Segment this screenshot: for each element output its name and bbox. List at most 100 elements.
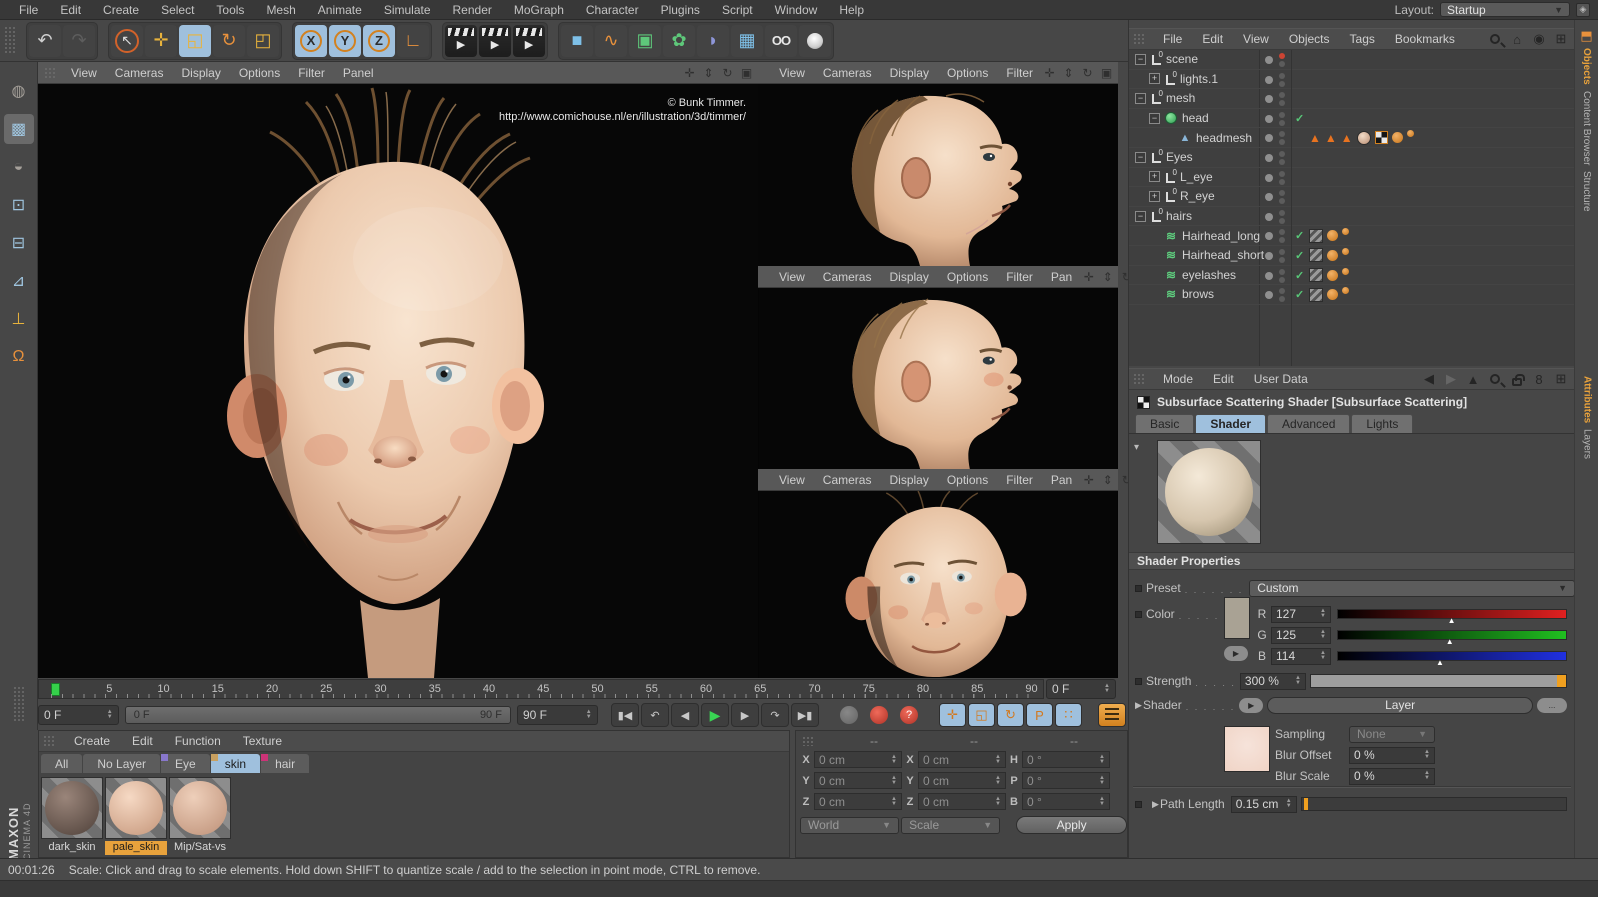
visibility-dots[interactable] bbox=[1279, 72, 1285, 87]
channel-slider-b[interactable]: ▲ bbox=[1337, 651, 1567, 667]
layer-dot[interactable] bbox=[1265, 212, 1273, 221]
layer-dot[interactable] bbox=[1265, 95, 1273, 104]
side-viewport-1-menu-options[interactable]: Options bbox=[938, 66, 997, 80]
render-settings-button[interactable]: ▶ bbox=[513, 24, 545, 57]
stepper-icon[interactable]: ▲ ▼ bbox=[991, 754, 1001, 765]
viewport-perspective-menu-panel[interactable]: Panel bbox=[334, 66, 383, 80]
up-icon[interactable]: ▲ bbox=[1465, 371, 1481, 387]
side-viewport-2-menu-view[interactable]: View bbox=[770, 270, 814, 284]
apply-button[interactable]: Apply bbox=[1016, 816, 1127, 834]
visibility-dot-editor[interactable] bbox=[1279, 268, 1285, 275]
viewport-right-bottom[interactable]: ViewCamerasDisplayOptionsFilterPan ✛⇕↻▣ bbox=[758, 469, 1151, 678]
model-mode-button[interactable]: ▩ bbox=[3, 114, 34, 144]
material-tab-eye[interactable]: Eye bbox=[161, 754, 210, 773]
side-viewport-1-menu-cameras[interactable]: Cameras bbox=[814, 66, 881, 80]
layer-dot[interactable] bbox=[1265, 114, 1273, 123]
goto-prev-key-button[interactable]: ↶ bbox=[641, 703, 669, 727]
key-scale-button[interactable]: ◱ bbox=[968, 703, 995, 727]
viewport-perspective[interactable]: View Cameras Display Options Filter Panel ✛ ⇕ ↻… bbox=[38, 62, 758, 678]
enabled-check-icon[interactable]: ✓ bbox=[1295, 112, 1304, 125]
side-viewport-1-menu-view[interactable]: View bbox=[770, 66, 814, 80]
material-pale-skin[interactable]: pale_skin bbox=[105, 777, 167, 855]
attribute-manager-menu-mode[interactable]: Mode bbox=[1153, 372, 1203, 386]
eye-icon[interactable]: ◉ bbox=[1531, 31, 1547, 47]
y-axis-lock[interactable]: Y bbox=[329, 24, 361, 57]
layout-dropdown[interactable]: Startup ▼ bbox=[1440, 2, 1570, 17]
visibility-dots[interactable] bbox=[1279, 209, 1285, 224]
menubar-menu-tools[interactable]: Tools bbox=[205, 3, 255, 17]
selection-tag-icon[interactable]: ▲ bbox=[1309, 131, 1321, 145]
make-editable-button[interactable]: ◍ bbox=[4, 76, 34, 106]
menubar-menu-render[interactable]: Render bbox=[442, 3, 503, 17]
stepper-icon[interactable]: ▲ ▼ bbox=[1282, 798, 1292, 809]
visibility-dot-editor[interactable] bbox=[1279, 72, 1285, 79]
hair-material-tag-icon[interactable] bbox=[1309, 248, 1323, 263]
channel-slider-r[interactable]: ▲ bbox=[1337, 609, 1567, 625]
strength-slider[interactable] bbox=[1309, 674, 1567, 688]
edge-mode-button[interactable]: ⊟ bbox=[4, 228, 34, 258]
record-keyframe-button[interactable] bbox=[835, 703, 863, 727]
coord-field-position-y[interactable]: 0 cm ▲ ▼ bbox=[814, 772, 902, 789]
material-manager-menu-create[interactable]: Create bbox=[63, 734, 121, 748]
visibility-dot-render[interactable] bbox=[1279, 217, 1285, 224]
visibility-dot-render[interactable] bbox=[1279, 158, 1285, 165]
blur-offset-field[interactable]: 0 % ▲ ▼ bbox=[1349, 746, 1435, 764]
side-viewport-1-menu-display[interactable]: Display bbox=[881, 66, 938, 80]
side-viewport-2-menu-pan[interactable]: Pan bbox=[1042, 270, 1081, 284]
material-thumbnail[interactable] bbox=[41, 777, 103, 839]
layer-dot[interactable] bbox=[1265, 291, 1273, 300]
object-manager-menu-bookmarks[interactable]: Bookmarks bbox=[1385, 32, 1465, 46]
visibility-dots[interactable] bbox=[1279, 190, 1285, 205]
menubar-menu-window[interactable]: Window bbox=[764, 3, 829, 17]
home-icon[interactable]: ⌂ bbox=[1509, 31, 1525, 47]
side-viewport-3-menu-options[interactable]: Options bbox=[938, 473, 997, 487]
stepper-icon[interactable]: ▲ ▼ bbox=[1095, 775, 1105, 786]
menubar-menu-plugins[interactable]: Plugins bbox=[650, 3, 711, 17]
zoom-icon[interactable]: ⇕ bbox=[1061, 65, 1076, 80]
material-mip-sat-vs[interactable]: Mip/Sat-vs bbox=[169, 777, 231, 855]
side-viewport-1-menu-filter[interactable]: Filter bbox=[997, 66, 1042, 80]
material-thumbnail[interactable] bbox=[169, 777, 231, 839]
visibility-dot-editor[interactable] bbox=[1279, 190, 1285, 197]
stepper-icon[interactable]: ▲ ▼ bbox=[887, 796, 897, 807]
expander-icon[interactable]: − bbox=[1135, 92, 1146, 104]
attribute-manager-menu-edit[interactable]: Edit bbox=[1203, 372, 1244, 386]
expander-icon[interactable]: + bbox=[1149, 190, 1160, 202]
stepper-icon[interactable]: ▲ ▼ bbox=[1420, 770, 1430, 781]
tab-advanced[interactable]: Advanced bbox=[1267, 414, 1351, 433]
texture-mode-button[interactable]: ◒ bbox=[4, 152, 34, 182]
tree-row-l-eye[interactable]: + L_eye bbox=[1129, 168, 1575, 188]
add-camera-button[interactable]: OO bbox=[765, 24, 797, 57]
forward-icon[interactable]: ▶ bbox=[1443, 371, 1459, 387]
tree-row-r-eye[interactable]: + R_eye bbox=[1129, 187, 1575, 207]
menubar-menu-script[interactable]: Script bbox=[711, 3, 764, 17]
key-rotation-button[interactable]: ↻ bbox=[997, 703, 1024, 727]
tree-row-lights-1[interactable]: + lights.1 bbox=[1129, 70, 1575, 90]
tab-basic[interactable]: Basic bbox=[1135, 414, 1195, 433]
search-icon[interactable] bbox=[1487, 371, 1503, 387]
shader-type-button[interactable]: Layer bbox=[1267, 696, 1533, 714]
enabled-check-icon[interactable]: ✓ bbox=[1295, 229, 1304, 242]
sampling-dropdown[interactable]: None ▼ bbox=[1349, 725, 1435, 743]
tree-row-hairhead-long[interactable]: ≋ Hairhead_long ✓ bbox=[1129, 226, 1575, 246]
stepper-icon[interactable]: ▲ ▼ bbox=[582, 709, 592, 720]
side-viewport-2-menu-cameras[interactable]: Cameras bbox=[814, 270, 881, 284]
add-array-button[interactable]: ✿ bbox=[663, 24, 695, 57]
stepper-icon[interactable]: ▲ ▼ bbox=[1420, 749, 1430, 760]
link-icon[interactable]: 8 bbox=[1531, 371, 1547, 387]
back-icon[interactable]: ◀ bbox=[1421, 371, 1437, 387]
coordinate-system-toggle[interactable]: ∟ bbox=[397, 24, 429, 57]
visibility-dots[interactable] bbox=[1279, 111, 1285, 126]
color-swatch[interactable] bbox=[1224, 597, 1250, 639]
menubar-menu-simulate[interactable]: Simulate bbox=[373, 3, 442, 17]
preset-dropdown[interactable]: Custom ▼ bbox=[1249, 579, 1575, 597]
stepper-icon[interactable]: ▲ ▼ bbox=[887, 754, 897, 765]
shader-more-button[interactable]: ... bbox=[1537, 697, 1567, 713]
end-frame-field[interactable]: 90 F ▲ ▼ bbox=[516, 705, 598, 725]
goto-next-key-button[interactable]: ↷ bbox=[761, 703, 789, 727]
phong-tag-icon[interactable] bbox=[1342, 228, 1349, 236]
visibility-dots[interactable] bbox=[1279, 268, 1285, 283]
point-mode-button[interactable]: ⊡ bbox=[4, 190, 34, 220]
shader-preview[interactable] bbox=[1157, 440, 1261, 544]
side-viewport-2-menu-options[interactable]: Options bbox=[938, 270, 997, 284]
